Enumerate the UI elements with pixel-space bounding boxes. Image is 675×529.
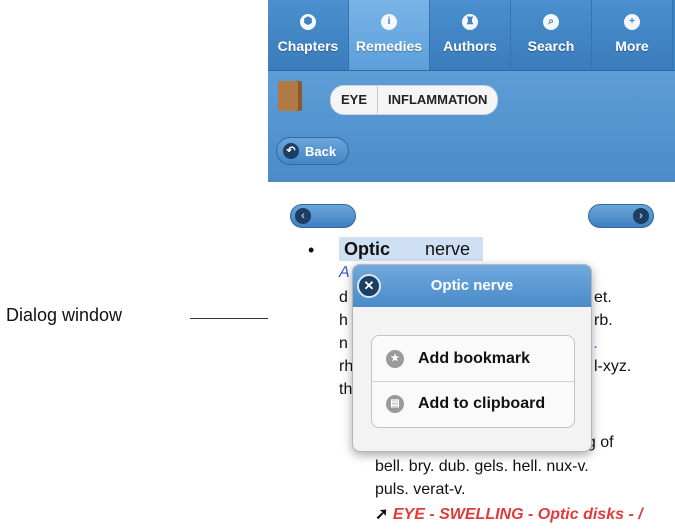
term-word[interactable]: Optic xyxy=(344,239,390,260)
cross-reference-link[interactable]: ➚ EYE - SWELLING - Optic disks - / xyxy=(375,504,643,524)
remedy-text-end: . xyxy=(594,335,599,352)
remedy-text-start: th xyxy=(339,381,353,398)
remedy-list: puls. verat-v. xyxy=(375,481,466,498)
add-to-clipboard-button[interactable]: ▤ Add to clipboard xyxy=(372,381,574,426)
remedy-text-start: d xyxy=(339,289,348,306)
dialog-header: ✕ Optic nerve xyxy=(353,265,591,307)
term-rest[interactable]: nerve xyxy=(425,239,470,260)
dialog-title: Optic nerve xyxy=(430,277,514,294)
arrow-icon: ➚ xyxy=(375,506,393,523)
remedy-text-start: n xyxy=(339,335,348,352)
add-to-clipboard-label: Add to clipboard xyxy=(418,395,546,412)
add-bookmark-button[interactable]: ★ Add bookmark xyxy=(372,336,574,381)
remedy-text-end: et. xyxy=(594,289,612,306)
cross-reference-text: EYE - SWELLING - Optic disks - / xyxy=(392,506,643,523)
remedy-text-end: rb. xyxy=(594,312,613,329)
remedy-list: bell. bry. dub. gels. hell. nux-v. xyxy=(375,458,589,475)
annotation-label: Dialog window xyxy=(6,305,123,325)
remedy-text-end: l-xyz. xyxy=(594,358,632,375)
author-text: A xyxy=(339,264,350,281)
close-icon[interactable]: ✕ xyxy=(357,274,381,298)
add-bookmark-label: Add bookmark xyxy=(418,349,531,367)
bullet-icon: • xyxy=(308,240,315,260)
dialog-menu: ★ Add bookmark ▤ Add to clipboard xyxy=(371,335,575,428)
clipboard-icon: ▤ xyxy=(386,395,404,413)
dialog-window: ✕ Optic nerve ★ Add bookmark ▤ Add to cl… xyxy=(352,264,592,452)
app-screen: ⬢ Chapters i Remedies ♜ Authors ⌕ Search… xyxy=(268,0,675,529)
remedy-text-start: h xyxy=(339,312,348,329)
star-icon: ★ xyxy=(386,349,404,368)
